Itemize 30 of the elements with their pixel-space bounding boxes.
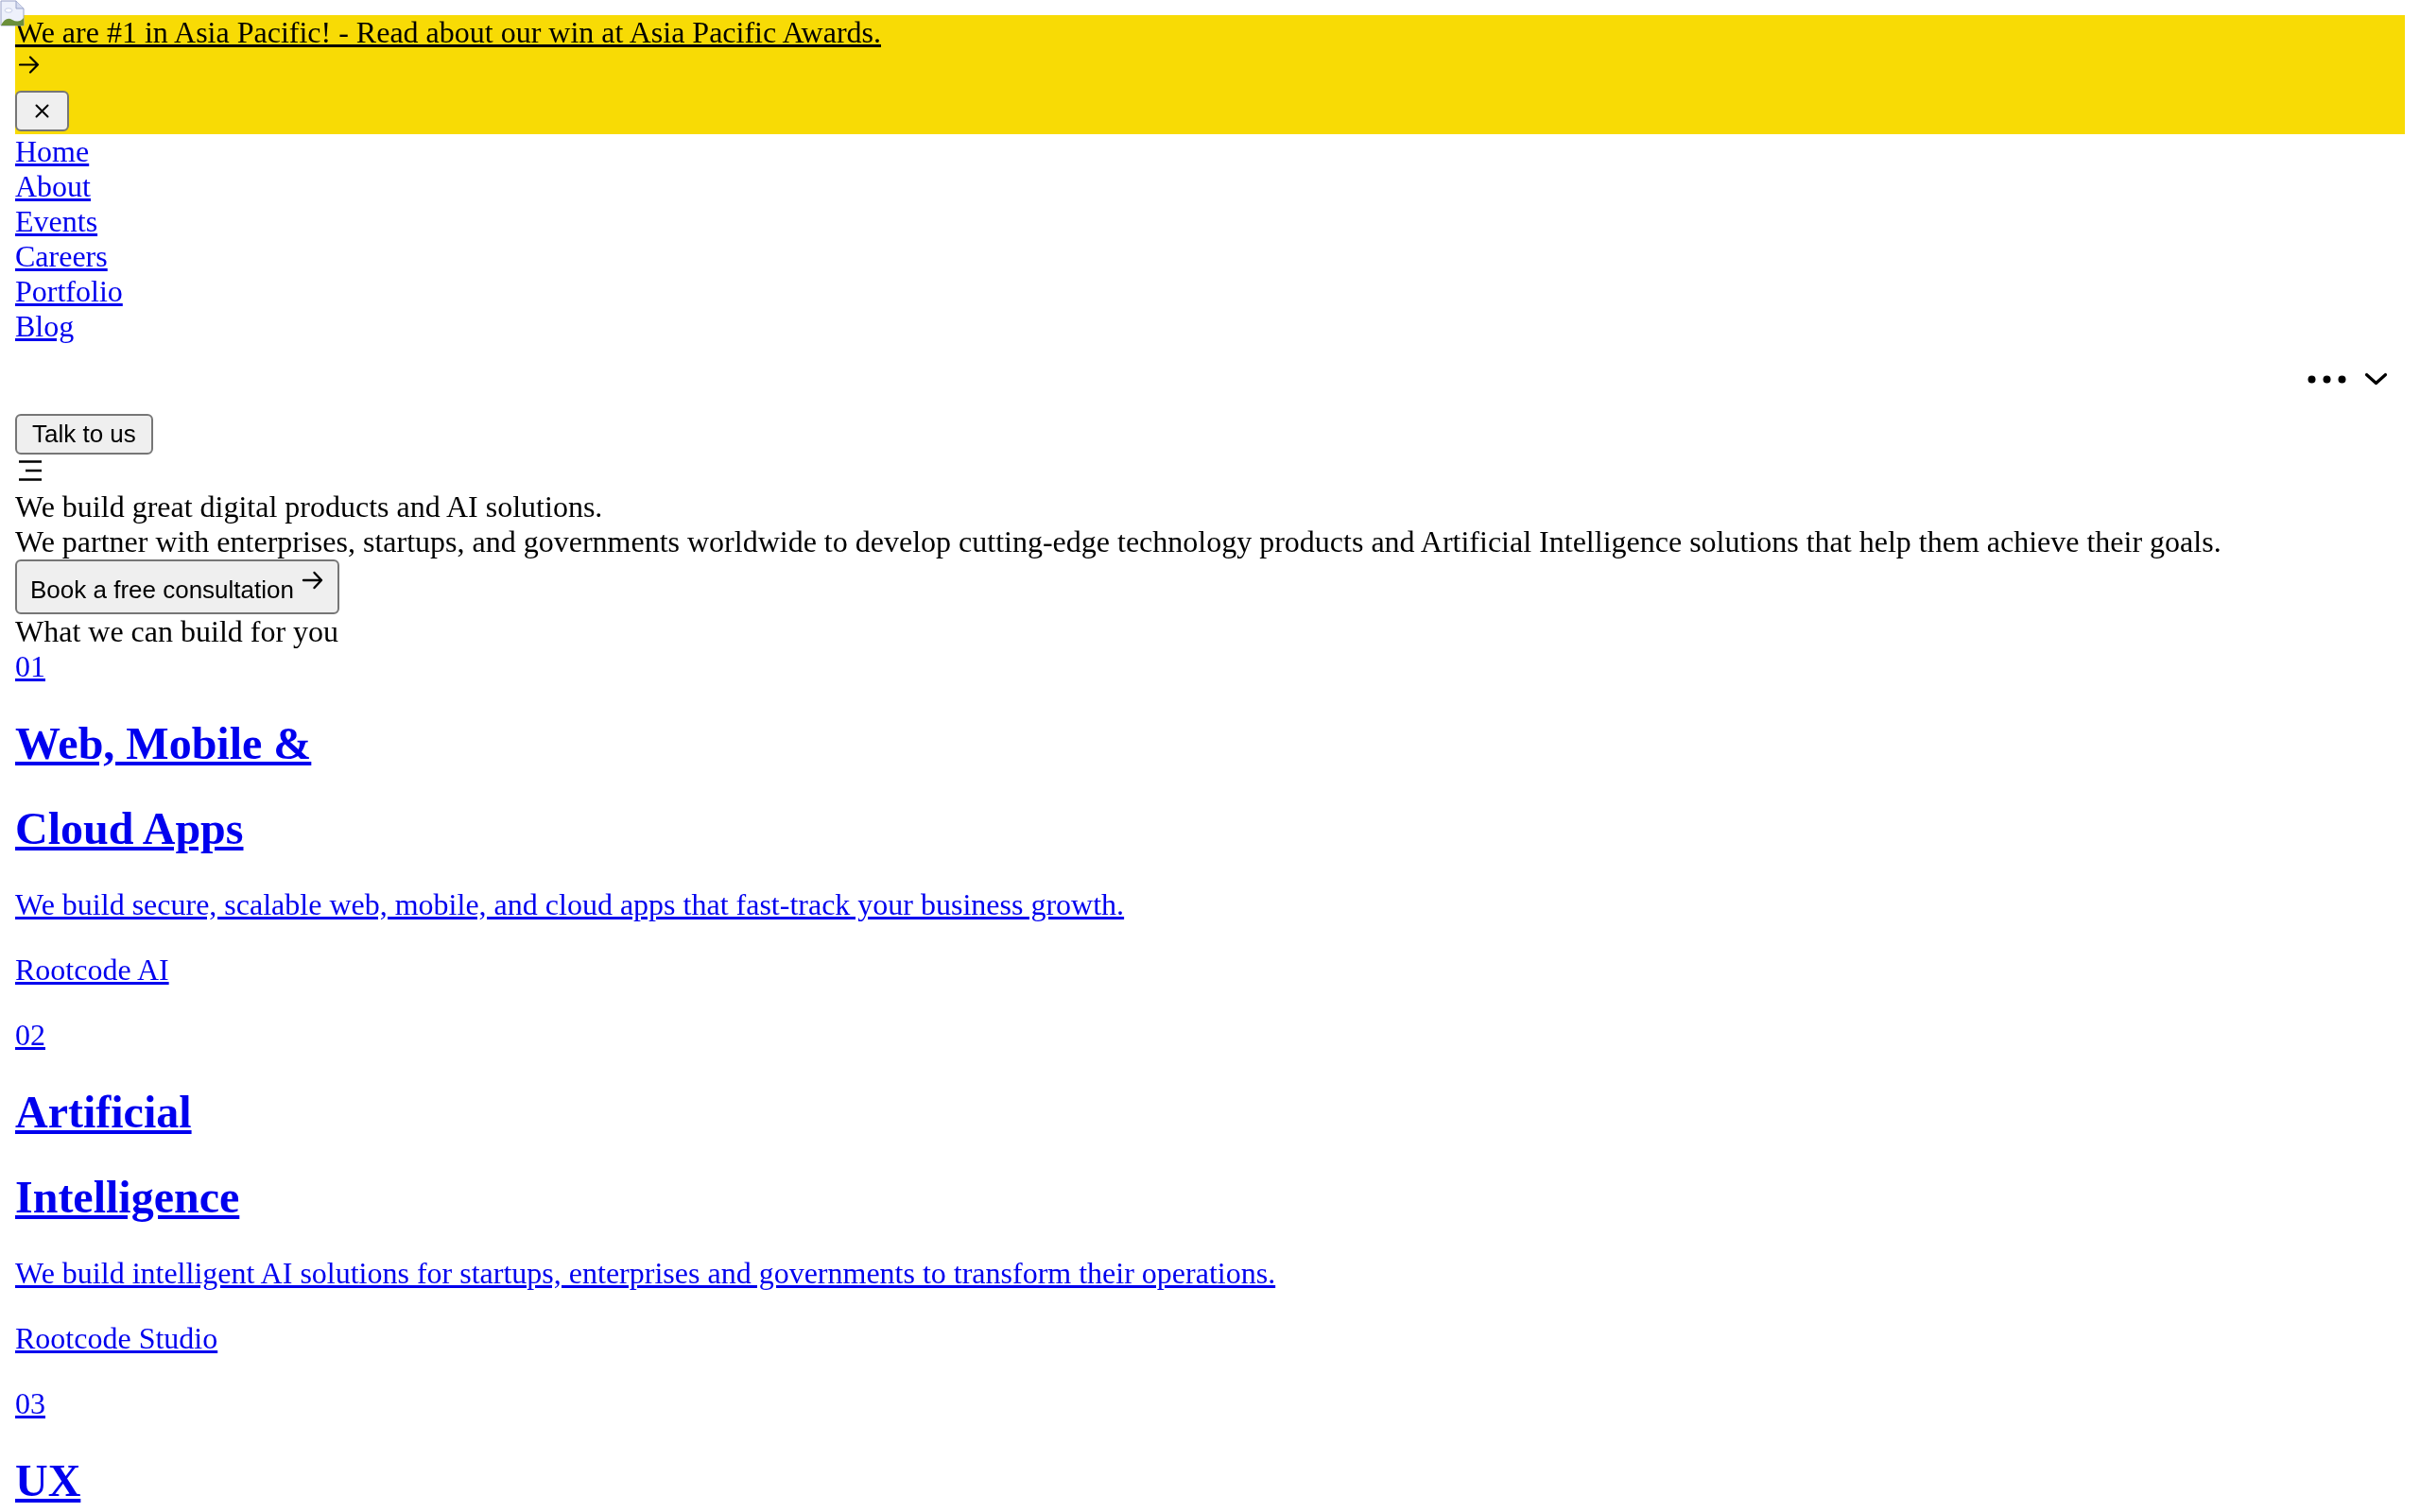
hero-subtitle: We partner with enterprises, startups, and governments worldwide to develop cutting-edge technology products and Artificial Intelligence solutions that help them achieve their goals. [15, 524, 2221, 558]
hero-title: We build great digital products and AI solutions. [15, 490, 603, 524]
service-description-link[interactable]: We build intelligent AI solutions for startups, enterprises and governments to transform their operations. [15, 1256, 1276, 1290]
nav-link[interactable]: Events [15, 204, 98, 238]
more-icon[interactable] [2308, 374, 2346, 384]
brand-link[interactable]: Rootcode AI [15, 953, 169, 987]
service-title-link[interactable]: Web, Mobile & [15, 718, 312, 768]
arrow-right-icon [301, 569, 324, 592]
arrow-right-icon [19, 56, 40, 74]
service-number-link[interactable]: 03 [15, 1386, 45, 1420]
service-title-link[interactable]: Cloud Apps [15, 803, 244, 853]
close-button[interactable] [15, 91, 69, 131]
chevron-down-icon[interactable] [2364, 372, 2388, 386]
nav-link[interactable]: Blog [15, 309, 75, 343]
talk-button[interactable]: Talk to us [15, 414, 153, 455]
service-title-link[interactable]: Artificial [15, 1087, 192, 1137]
consultation-button[interactable]: Book a free consultation [15, 559, 339, 614]
section-heading: What we can build for you [15, 614, 339, 648]
nav-link[interactable]: Careers [15, 239, 108, 273]
service-number-link[interactable]: 02 [15, 1018, 45, 1052]
service-number-link[interactable]: 01 [15, 649, 45, 683]
service-title-link[interactable]: UX [15, 1455, 81, 1505]
nav-link[interactable]: Home [15, 134, 90, 168]
nav-link[interactable]: Portfolio [15, 274, 123, 308]
close-icon [35, 104, 49, 118]
service-title-link[interactable]: Intelligence [15, 1172, 240, 1222]
menu-icon[interactable] [19, 460, 42, 481]
service-description-link[interactable]: We build secure, scalable web, mobile, and cloud apps that fast-track your business growth. [15, 887, 1125, 921]
brand-link[interactable]: Rootcode Studio [15, 1321, 218, 1355]
nav-link[interactable]: About [15, 169, 91, 203]
